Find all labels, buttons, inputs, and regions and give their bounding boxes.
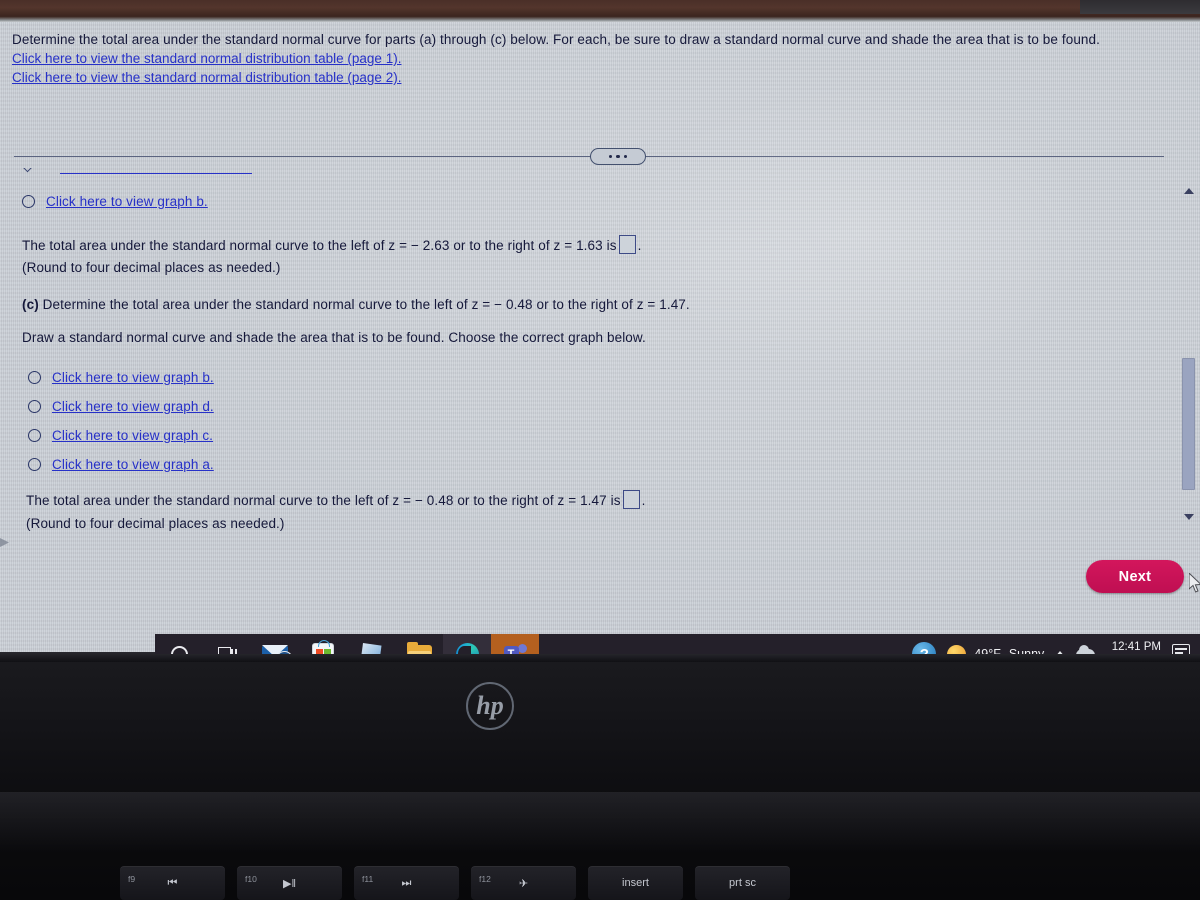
part-c-question-text: Determine the total area under the stand… [42, 297, 690, 312]
help-question-icon[interactable]: ? [911, 641, 937, 654]
screenshot-root: Determine the total area under the stand… [0, 0, 1200, 900]
previous-track-icon: ⏮ [167, 876, 178, 889]
part-c-radio-0[interactable] [28, 371, 41, 384]
action-center-icon[interactable]: 12 [1172, 643, 1194, 654]
key-f10-label: f10 [245, 874, 257, 884]
part-c-answer-input[interactable] [622, 490, 640, 509]
key-f11-label: f11 [362, 874, 374, 884]
key-f12[interactable]: f12 ✈ [471, 866, 576, 900]
standard-normal-table-page1-link[interactable]: Click here to view the standard normal d… [12, 49, 401, 68]
key-print-screen-label: prt sc [729, 877, 756, 889]
monitor-bezel-corner [1080, 0, 1200, 14]
part-c-radio-3[interactable] [28, 458, 41, 471]
microsoft-teams-icon[interactable]: T [491, 634, 539, 654]
part-c-choice-1[interactable]: Click here to view graph d. [28, 399, 214, 414]
part-c-rounding-note: (Round to four decimal places as needed.… [26, 516, 285, 531]
part-c-question: (c) Determine the total area under the s… [22, 294, 690, 315]
part-c-choice-0[interactable]: Click here to view graph b. [28, 370, 214, 385]
part-c-z-right: 1.47 [580, 493, 607, 508]
part-b-answer-input[interactable] [618, 235, 636, 254]
part-b-choice-row[interactable]: Click here to view graph b. [22, 194, 208, 209]
scroll-up-arrow-icon[interactable] [1184, 188, 1194, 194]
part-b-answer-post: is [602, 238, 617, 253]
hp-logo: hp [466, 682, 514, 730]
sunny-icon [947, 644, 967, 654]
section-divider [14, 148, 1164, 166]
next-track-icon: ⏭ [401, 876, 412, 889]
left-edge-pointer-mark [0, 538, 9, 547]
key-insert-label: insert [622, 877, 649, 889]
laptop-body: hp f9 ⏮ f10 ▶‖ f11 ⏭ f12 ✈ insert prt sc [0, 652, 1200, 900]
part-c-choice-1-link[interactable]: Click here to view graph d. [52, 399, 214, 414]
part-b-z-right: 1.63 [576, 238, 603, 253]
part-c-choice-3-link[interactable]: Click here to view graph a. [52, 457, 214, 472]
key-insert[interactable]: insert [588, 866, 683, 900]
part-b-z-left: − 2.63 [410, 238, 450, 253]
part-b-answer-mid: or to the right of z = [449, 238, 577, 253]
answer-pane: Click here to view graph b. The total ar… [0, 168, 1200, 538]
cloud-icon[interactable] [1076, 644, 1096, 654]
microsoft-edge-icon[interactable] [443, 634, 491, 654]
weather-temperature: 49°F [974, 647, 1001, 654]
cortana-icon[interactable] [155, 634, 203, 654]
part-c-answer-mid: or to the right of z = [453, 493, 581, 508]
key-f9-label: f9 [128, 874, 136, 884]
next-button[interactable]: Next [1086, 560, 1184, 593]
weather-condition: Sunny [1008, 647, 1045, 654]
part-b-graph-b-link[interactable]: Click here to view graph b. [46, 194, 208, 209]
mail-icon[interactable]: 34 [251, 634, 299, 654]
office-icon[interactable] [347, 634, 395, 654]
key-print-screen[interactable]: prt sc [695, 866, 790, 900]
microsoft-store-icon[interactable] [299, 634, 347, 654]
part-c-choice-3[interactable]: Click here to view graph a. [28, 457, 214, 472]
part-c-choice-2-link[interactable]: Click here to view graph c. [52, 428, 213, 443]
problem-header: Determine the total area under the stand… [12, 30, 1182, 87]
chevron-up-icon[interactable] [1055, 651, 1066, 654]
file-explorer-icon[interactable] [395, 634, 443, 654]
part-b-rounding-note: (Round to four decimal places as needed.… [22, 260, 281, 275]
key-f10[interactable]: f10 ▶‖ [237, 866, 342, 900]
part-c-label: (c) [22, 297, 39, 312]
part-b-radio[interactable] [22, 195, 35, 208]
key-f12-label: f12 [479, 874, 491, 884]
scroll-down-arrow-icon[interactable] [1184, 514, 1194, 520]
part-b-answer-pre: The total area under the standard normal… [22, 238, 411, 253]
monitor-bezel-top [0, 0, 1200, 22]
key-f9[interactable]: f9 ⏮ [120, 866, 225, 900]
ellipsis-icon[interactable] [590, 148, 646, 165]
task-view-icon[interactable] [203, 634, 251, 654]
keyboard-function-row: f9 ⏮ f10 ▶‖ f11 ⏭ f12 ✈ insert prt sc [0, 850, 1200, 900]
play-pause-icon: ▶‖ [282, 877, 296, 890]
clock-time: 12:41 PM [1111, 641, 1161, 653]
weather-widget[interactable]: 49°F Sunny [947, 644, 1045, 654]
clipped-previous-choice-row [22, 168, 252, 180]
part-c-radio-1[interactable] [28, 400, 41, 413]
problem-prompt: Determine the total area under the stand… [12, 32, 1100, 47]
part-c-choice-2[interactable]: Click here to view graph c. [28, 428, 213, 443]
key-f11[interactable]: f11 ⏭ [354, 866, 459, 900]
scrollbar-thumb[interactable] [1182, 358, 1195, 490]
part-c-radio-2[interactable] [28, 429, 41, 442]
part-c-choice-0-link[interactable]: Click here to view graph b. [52, 370, 214, 385]
teams-letter: T [503, 645, 519, 654]
standard-normal-table-page2-link[interactable]: Click here to view the standard normal d… [12, 68, 401, 87]
part-c-answer-sentence: The total area under the standard normal… [26, 490, 645, 511]
part-c-instruction: Draw a standard normal curve and shade t… [22, 330, 646, 345]
laptop-screen: Determine the total area under the stand… [0, 22, 1200, 654]
part-b-answer-sentence: The total area under the standard normal… [22, 235, 641, 256]
part-c-answer-post: is [606, 493, 621, 508]
part-c-answer-pre: The total area under the standard normal… [26, 493, 415, 508]
system-tray: 49°F Sunny 12:41 PM 11/18/2022 12 [947, 640, 1200, 654]
mouse-cursor-icon [1189, 573, 1200, 593]
airplane-mode-icon: ✈ [518, 877, 529, 890]
taskbar-clock[interactable]: 12:41 PM 11/18/2022 [1104, 640, 1161, 654]
laptop-palmrest [0, 792, 1200, 852]
windows-taskbar: 34 [155, 634, 1200, 654]
vertical-scrollbar[interactable] [1180, 168, 1198, 538]
divider-line [14, 156, 1164, 157]
part-c-z-left: − 0.48 [414, 493, 454, 508]
